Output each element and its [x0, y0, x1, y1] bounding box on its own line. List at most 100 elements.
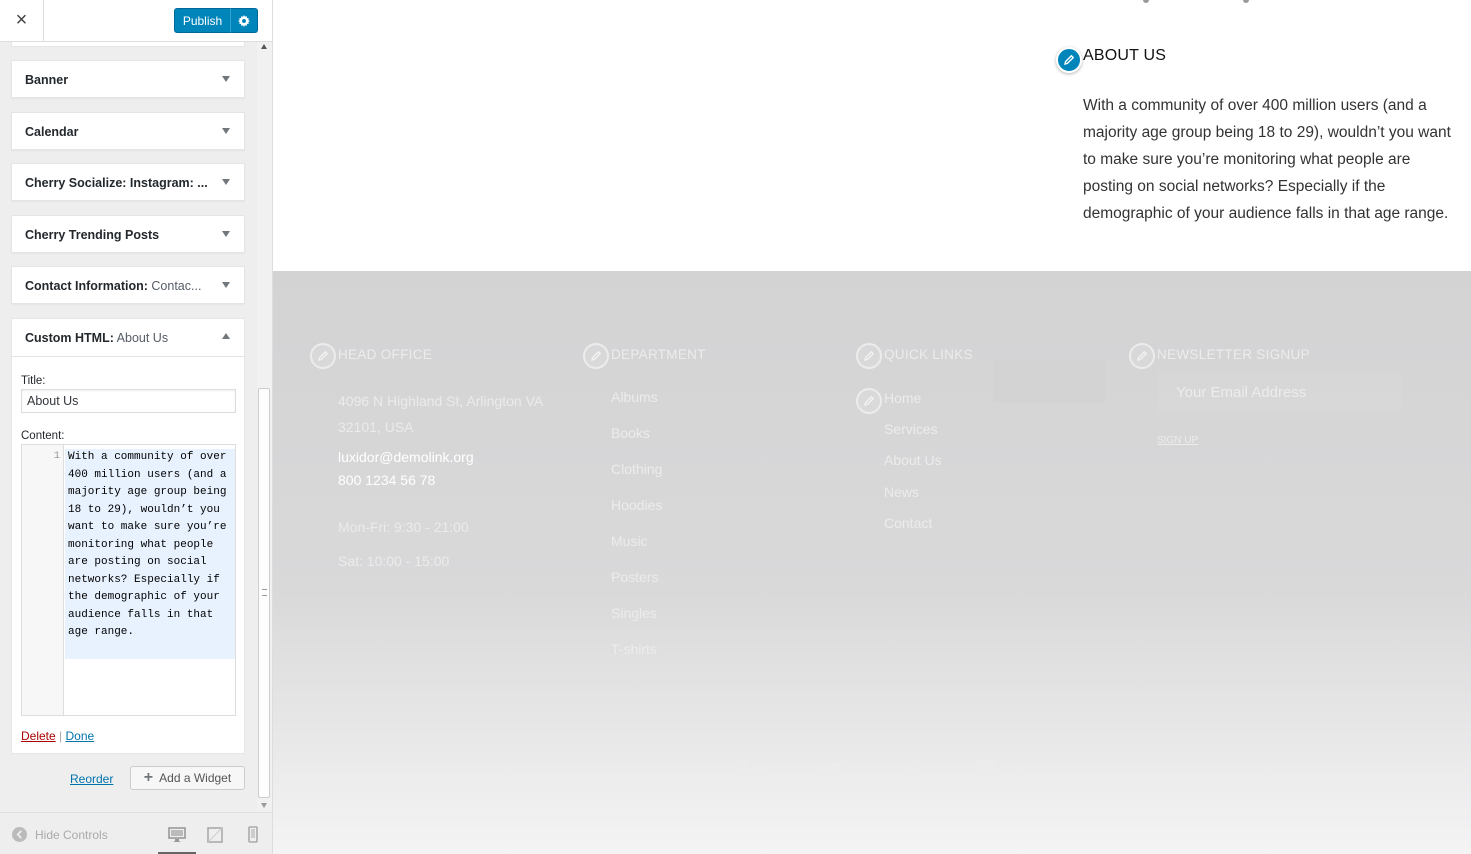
previous-content-partial [1113, 0, 1250, 7]
widget-cherry-trending-posts[interactable]: Cherry Trending Posts [11, 215, 245, 253]
widget-actions: Delete | Done [21, 729, 94, 743]
delete-link[interactable]: Delete [21, 729, 56, 743]
widget-title-sub: About Us [113, 331, 169, 345]
title-label: Title: [21, 375, 46, 387]
faded-overlay-box [993, 359, 1105, 403]
widget-title-main: Contact Information: [25, 279, 148, 293]
widget-title-sub: Contac... [147, 279, 202, 293]
quick-link[interactable]: Home [884, 390, 921, 406]
quick-link[interactable]: Contact [884, 515, 932, 531]
customizer-footer: Hide Controls [0, 812, 272, 854]
edit-shortcut-quick-links[interactable] [856, 343, 882, 369]
customizer-sidebar: × Publish Banner Calendar Cherry Sociali… [0, 0, 273, 854]
close-button[interactable]: × [0, 0, 44, 41]
twitter-icon[interactable] [820, 759, 842, 781]
site-preview: ABOUT US With a community of over 400 mi… [273, 0, 1471, 854]
scroll-down-arrow-icon[interactable] [261, 803, 267, 808]
edit-shortcut-menu[interactable] [856, 388, 882, 414]
quick-link[interactable]: Services [884, 421, 938, 437]
pencil-icon [1064, 54, 1075, 65]
quick-links-title: QUICK LINKS [884, 347, 973, 362]
publish-button[interactable]: Publish [174, 8, 231, 33]
newsletter-title: NEWSLETTER SIGNUP [1157, 347, 1310, 362]
head-office-address-line2: 32101, USA [338, 419, 414, 435]
expand-arrow-icon[interactable] [222, 179, 230, 185]
department-link[interactable]: Books [611, 425, 650, 441]
edit-shortcut-newsletter[interactable] [1129, 343, 1155, 369]
department-link[interactable]: Singles [611, 605, 657, 621]
content-label: Content: [21, 430, 65, 442]
department-link[interactable]: Music [611, 533, 648, 549]
widget-title: Calendar [25, 125, 79, 139]
widget-contact-information[interactable]: Contact Information: Contac... [11, 266, 245, 304]
gear-icon [238, 14, 250, 27]
facebook-icon[interactable] [898, 759, 920, 781]
tablet-preview-icon[interactable] [205, 825, 225, 845]
widget-banner[interactable]: Banner [11, 60, 245, 98]
pencil-icon [591, 350, 602, 361]
site-footer: HEAD OFFICE 4096 N Highland St, Arlingto… [273, 271, 1471, 854]
widget-title: Banner [25, 73, 69, 87]
widget-title-main: Custom HTML: [25, 331, 114, 345]
expand-arrow-icon[interactable] [222, 76, 230, 82]
collapse-icon [12, 827, 27, 842]
pencil-icon [318, 350, 329, 361]
hide-controls-button[interactable]: Hide Controls [12, 827, 108, 842]
department-title: DEPARTMENT [611, 347, 706, 362]
scrollbar-thumb[interactable] [258, 388, 270, 798]
hide-controls-label: Hide Controls [35, 827, 108, 842]
customizer-header: × Publish [0, 0, 272, 42]
expand-arrow-icon[interactable] [222, 231, 230, 237]
widget-title: Cherry Socialize: Instagram: ... [25, 176, 208, 190]
line-gutter: 1 [22, 445, 64, 715]
about-us-text: With a community of over 400 million use… [1083, 97, 1451, 222]
instagram-icon[interactable] [976, 759, 998, 781]
line-number: 1 [53, 450, 60, 462]
scroll-grip-icon [262, 589, 267, 596]
mobile-preview-icon[interactable] [243, 825, 263, 845]
desktop-preview-icon[interactable] [167, 825, 187, 845]
edit-shortcut-about-us[interactable] [1056, 47, 1082, 73]
widget-title: Custom HTML: About Us [25, 331, 168, 345]
head-office-email[interactable]: luxidor@demolink.org [338, 449, 474, 465]
content-code-editor[interactable]: 1 With a community of over 400 million u… [21, 444, 236, 716]
actions-separator: | [59, 729, 63, 743]
department-link[interactable]: Hoodies [611, 497, 662, 513]
scroll-up-arrow-icon[interactable] [261, 44, 267, 49]
done-link[interactable]: Done [66, 729, 95, 743]
content-code-text[interactable]: With a community of over 400 million use… [65, 449, 235, 659]
reorder-link[interactable]: Reorder [70, 772, 113, 786]
close-icon: × [15, 9, 28, 31]
pencil-icon [864, 350, 875, 361]
widget-header[interactable]: Custom HTML: About Us [12, 319, 244, 357]
pencil-icon [864, 395, 875, 406]
panel-scrollbar[interactable] [257, 42, 272, 812]
quick-link[interactable]: News [884, 484, 919, 500]
linkedin-icon[interactable] [742, 759, 764, 781]
edit-shortcut-department[interactable] [583, 343, 609, 369]
plus-icon: + [143, 769, 154, 786]
quick-link[interactable]: About Us [884, 452, 942, 468]
expand-arrow-icon[interactable] [222, 128, 230, 134]
head-office-phone[interactable]: 800 1234 56 78 [338, 472, 435, 488]
head-office-address-line1: 4096 N Highland St, Arlington VA [338, 393, 544, 409]
widget-calendar[interactable]: Calendar [11, 112, 245, 150]
head-office-hours-weekday: Mon-Fri: 9:30 - 21:00 [338, 519, 469, 535]
collapse-arrow-icon[interactable] [222, 333, 230, 339]
head-office-title: HEAD OFFICE [338, 347, 433, 362]
department-link[interactable]: Posters [611, 569, 658, 585]
publish-settings-button[interactable] [230, 8, 258, 33]
signup-button[interactable]: SIGN UP [1157, 435, 1198, 446]
department-link[interactable]: Clothing [611, 461, 662, 477]
widget-title: Contact Information: Contac... [25, 279, 201, 293]
title-input[interactable] [21, 389, 236, 413]
edit-shortcut-head-office[interactable] [310, 343, 336, 369]
expand-arrow-icon[interactable] [222, 282, 230, 288]
department-link[interactable]: T-shirts [611, 641, 657, 657]
add-widget-button[interactable]: + Add a Widget [130, 766, 245, 790]
widget-custom-html-expanded: Custom HTML: About Us Title: Content: 1 … [11, 318, 245, 754]
department-link[interactable]: Albums [611, 389, 658, 405]
widget-cherry-socialize[interactable]: Cherry Socialize: Instagram: ... [11, 163, 245, 201]
newsletter-email-input[interactable] [1157, 373, 1402, 411]
head-office-hours-saturday: Sat: 10:00 - 15:00 [338, 553, 450, 569]
